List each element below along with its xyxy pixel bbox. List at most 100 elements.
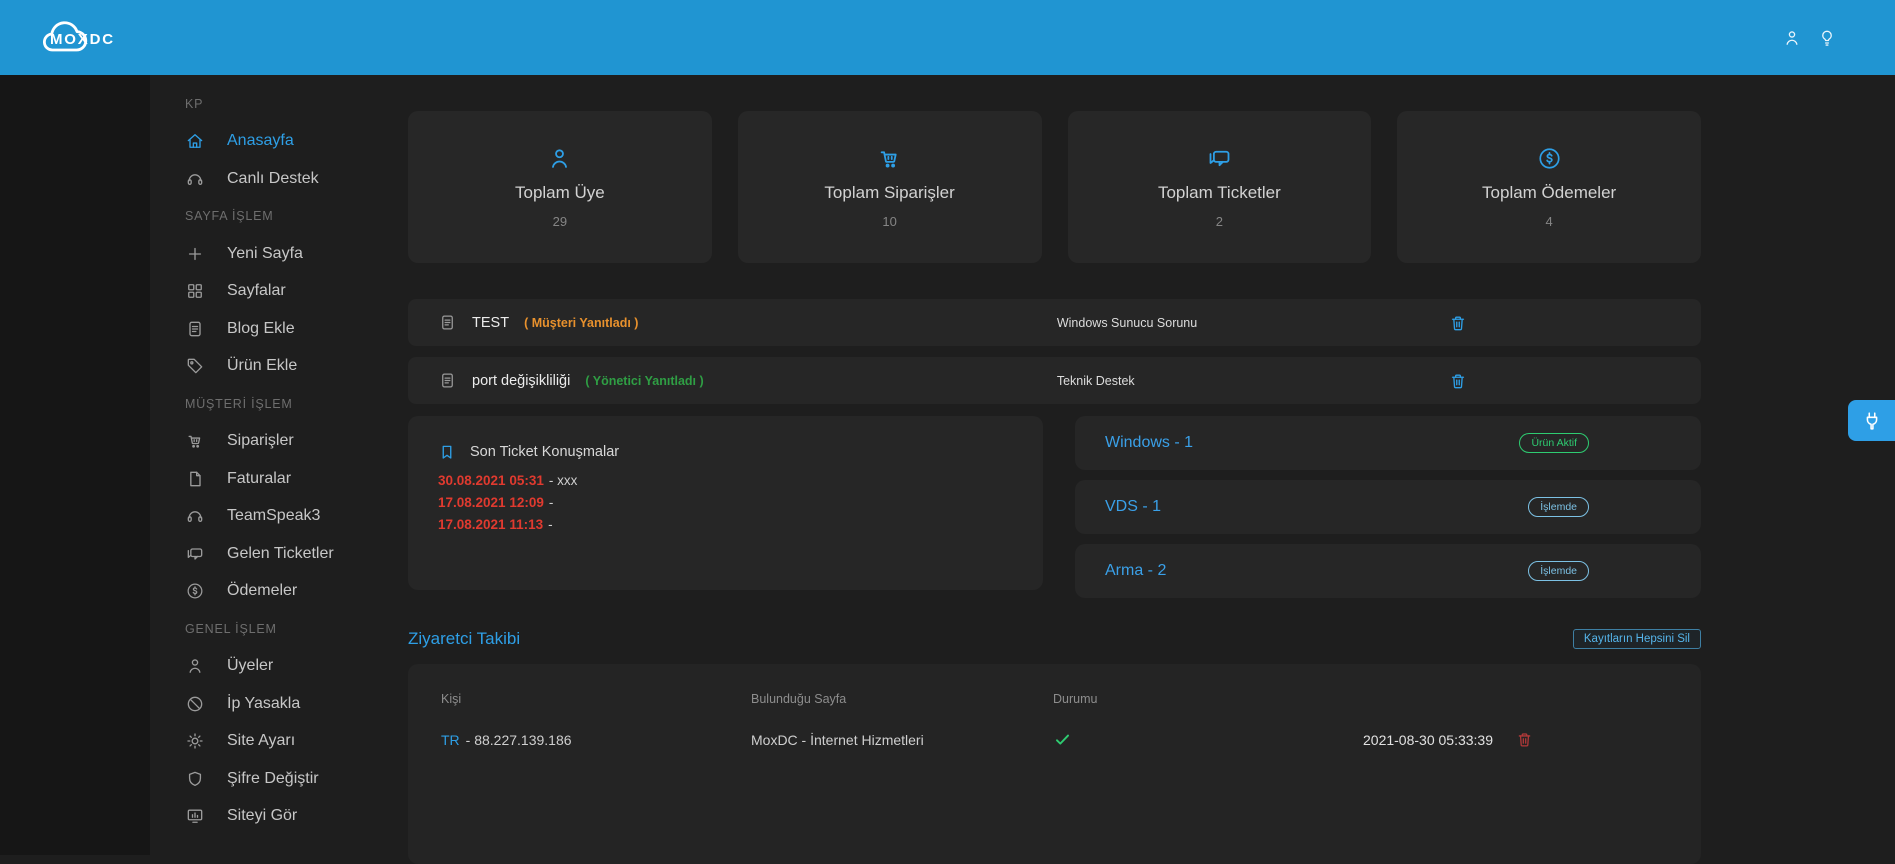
sidebar-item-ip-yasakla[interactable]: İp Yasakla xyxy=(185,685,408,723)
ticket-row[interactable]: port değişikliliği ( Yönetici Yanıtladı … xyxy=(408,357,1701,404)
grid-icon xyxy=(185,281,205,301)
visitor-table-panel: Kişi Bulunduğu Sayfa Durumu TR - 88.227.1… xyxy=(408,664,1701,864)
stat-value: 4 xyxy=(1546,214,1553,229)
stat-label: Toplam Ticketler xyxy=(1158,183,1281,203)
stat-card-toplam-ticketler[interactable]: Toplam Ticketler 2 xyxy=(1068,111,1372,263)
gear-icon xyxy=(185,731,205,751)
main-content: Toplam Üye 29 Toplam Siparişler 10 Topla… xyxy=(408,75,1701,864)
blog-document-icon xyxy=(185,319,205,339)
visitor-country: TR xyxy=(441,732,460,748)
clear-all-records-button[interactable]: Kayıtların Hepsini Sil xyxy=(1573,629,1701,649)
stat-label: Toplam Ödemeler xyxy=(1482,183,1616,203)
sidebar-item-siparisler[interactable]: Siparişler xyxy=(185,423,408,461)
sidebar-section-genel-islem: GENEL İŞLEM xyxy=(185,610,408,648)
invoice-icon xyxy=(185,469,205,489)
sidebar-item-uyeler[interactable]: Üyeler xyxy=(185,648,408,686)
sidebar-item-faturalar[interactable]: Faturalar xyxy=(185,460,408,498)
stat-value: 29 xyxy=(553,214,567,229)
stat-card-toplam-odemeler[interactable]: Toplam Ödemeler 4 xyxy=(1397,111,1701,263)
ticket-list: TEST ( Müşteri Yanıtladı ) Windows Sunuc… xyxy=(408,299,1701,404)
header-actions xyxy=(1782,28,1837,48)
product-name: Windows - 1 xyxy=(1105,434,1193,452)
headset-icon xyxy=(185,169,205,189)
sidebar-item-odemeler[interactable]: Ödemeler xyxy=(185,573,408,611)
sidebar-section-sayfa-islem: SAYFA İŞLEM xyxy=(185,198,408,236)
product-row-windows[interactable]: Windows - 1 Ürün Aktif xyxy=(1075,416,1701,470)
header-bar: MOXDC xyxy=(0,0,1895,75)
conversation-entry: 30.08.2021 05:31- xxx xyxy=(438,470,1013,492)
sidebar-item-sifre-degistir[interactable]: Şifre Değiştir xyxy=(185,760,408,798)
panel-title: Son Ticket Konuşmalar xyxy=(470,444,619,460)
product-row-vds[interactable]: VDS - 1 İşlemde xyxy=(1075,480,1701,534)
ban-icon xyxy=(185,694,205,714)
online-check-icon xyxy=(1053,730,1072,749)
visitor-timestamp: 2021-08-30 05:33:39 xyxy=(1363,732,1515,748)
sidebar-item-anasayfa[interactable]: Anasayfa xyxy=(185,123,408,161)
sidebar: KP Anasayfa Canlı Destek SAYFA İŞLEM Yen… xyxy=(0,75,408,835)
column-bulundugu-sayfa: Bulunduğu Sayfa xyxy=(751,692,1053,706)
plus-icon xyxy=(185,244,205,264)
ticket-row[interactable]: TEST ( Müşteri Yanıtladı ) Windows Sunuc… xyxy=(408,299,1701,346)
sidebar-item-blog-ekle[interactable]: Blog Ekle xyxy=(185,310,408,348)
user-icon xyxy=(185,656,205,676)
conversation-entry: 17.08.2021 12:09- xyxy=(438,492,1013,514)
column-durumu: Durumu xyxy=(1053,692,1363,706)
stat-card-toplam-siparisler[interactable]: Toplam Siparişler 10 xyxy=(738,111,1042,263)
sidebar-section-kp: KP xyxy=(185,85,408,123)
user-icon[interactable] xyxy=(1782,28,1802,48)
lightbulb-icon[interactable] xyxy=(1817,28,1837,48)
visitor-page: MoxDC - İnternet Hizmetleri xyxy=(751,732,1053,748)
visitor-ip: - 88.227.139.186 xyxy=(466,732,572,748)
stat-value: 10 xyxy=(882,214,896,229)
dollar-circle-icon xyxy=(1536,145,1563,172)
sidebar-section-musteri-islem: MÜŞTERİ İŞLEM xyxy=(185,385,408,423)
sidebar-item-sayfalar[interactable]: Sayfalar xyxy=(185,273,408,311)
dollar-circle-icon xyxy=(185,581,205,601)
customizer-toggle-button[interactable] xyxy=(1848,400,1895,441)
ticket-title: port değişikliliği xyxy=(472,373,570,389)
table-row: TR - 88.227.139.186 MoxDC - İnternet Hizm… xyxy=(441,730,1701,749)
ticket-status: ( Yönetici Yanıtladı ) xyxy=(585,374,703,388)
visitor-identity: TR - 88.227.139.186 xyxy=(441,732,751,748)
stat-cards-row: Toplam Üye 29 Toplam Siparişler 10 Topla… xyxy=(408,111,1701,263)
plug-icon xyxy=(1861,410,1883,432)
ticket-title: TEST xyxy=(472,315,509,331)
stat-label: Toplam Siparişler xyxy=(824,183,954,203)
sidebar-item-urun-ekle[interactable]: Ürün Ekle xyxy=(185,348,408,386)
trash-icon[interactable] xyxy=(1515,730,1534,749)
chat-bubbles-icon xyxy=(1206,145,1233,172)
visitor-tracking-header: Ziyaretci Takibi Kayıtların Hepsini Sil xyxy=(408,628,1701,650)
document-icon xyxy=(438,371,457,390)
headset-icon xyxy=(185,506,205,526)
sidebar-item-site-ayari[interactable]: Site Ayarı xyxy=(185,723,408,761)
brand-logo[interactable]: MOXDC xyxy=(28,10,148,66)
conversation-text: - xyxy=(549,495,554,510)
product-name: Arma - 2 xyxy=(1105,562,1166,580)
ticket-category: Windows Sunucu Sorunu xyxy=(1057,316,1449,330)
chat-bubbles-icon xyxy=(185,544,205,564)
stat-card-toplam-uye[interactable]: Toplam Üye 29 xyxy=(408,111,712,263)
bookmark-icon xyxy=(438,443,456,461)
lower-section: Son Ticket Konuşmalar 30.08.2021 05:31- … xyxy=(408,416,1701,608)
last-ticket-conversations-panel: Son Ticket Konuşmalar 30.08.2021 05:31- … xyxy=(408,416,1043,590)
sidebar-item-siteyi-gor[interactable]: Siteyi Gör xyxy=(185,798,408,836)
ticket-status: ( Müşteri Yanıtladı ) xyxy=(524,316,638,330)
conversation-entry: 17.08.2021 11:13- xyxy=(438,514,1013,536)
visitor-table-head: Kişi Bulunduğu Sayfa Durumu xyxy=(441,692,1701,706)
conversation-text: - xxx xyxy=(549,473,578,488)
sidebar-item-canli-destek[interactable]: Canlı Destek xyxy=(185,160,408,198)
trash-icon[interactable] xyxy=(1448,371,1468,391)
status-badge: İşlemde xyxy=(1528,497,1589,517)
sidebar-item-teamspeak3[interactable]: TeamSpeak3 xyxy=(185,498,408,536)
sidebar-item-yeni-sayfa[interactable]: Yeni Sayfa xyxy=(185,235,408,273)
ticket-category: Teknik Destek xyxy=(1057,374,1449,388)
user-icon xyxy=(546,145,573,172)
document-icon xyxy=(438,313,457,332)
conversation-date: 17.08.2021 11:13 xyxy=(438,517,543,532)
home-icon xyxy=(185,131,205,151)
trash-icon[interactable] xyxy=(1448,313,1468,333)
status-badge: İşlemde xyxy=(1528,561,1589,581)
product-row-arma[interactable]: Arma - 2 İşlemde xyxy=(1075,544,1701,598)
sidebar-item-gelen-ticketler[interactable]: Gelen Ticketler xyxy=(185,535,408,573)
status-badge: Ürün Aktif xyxy=(1519,433,1589,453)
